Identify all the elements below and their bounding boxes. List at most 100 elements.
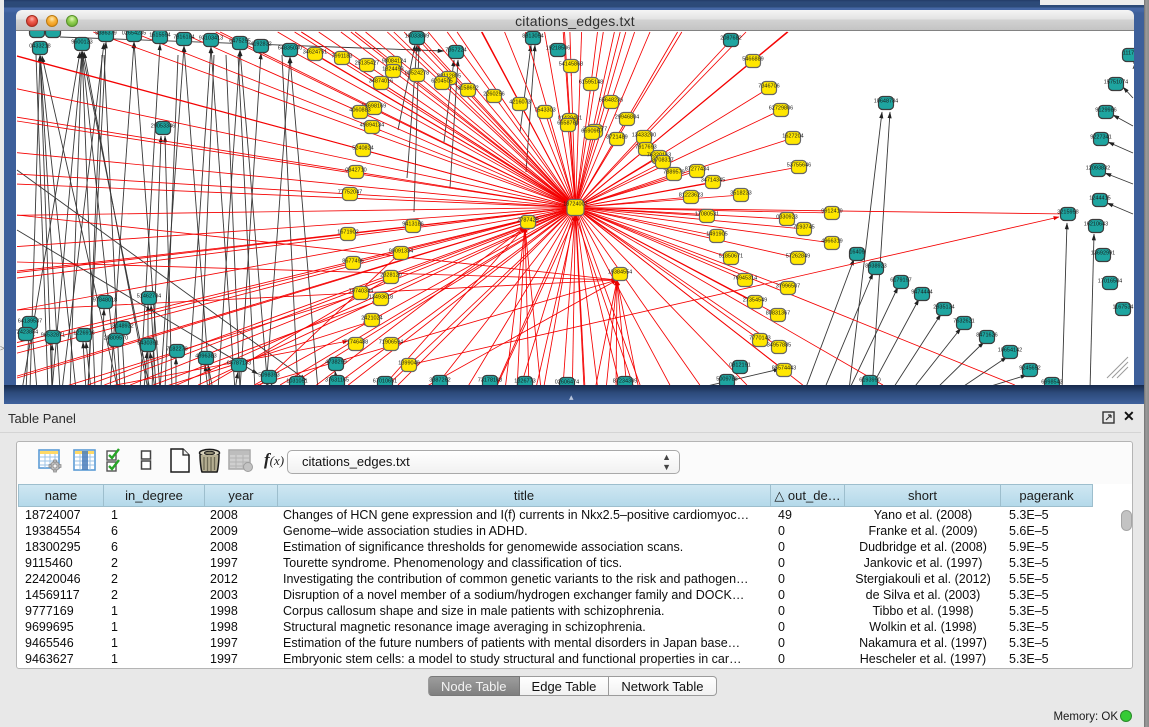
svg-text:77752047: 77752047	[338, 190, 362, 196]
svg-text:9227341: 9227341	[1090, 135, 1111, 141]
svg-text:10654142: 10654142	[998, 348, 1022, 354]
svg-text:37631165: 37631165	[325, 378, 349, 384]
svg-text:6690967: 6690967	[581, 129, 602, 135]
svg-text:2935134: 2935134	[933, 305, 954, 311]
svg-text:87234309: 87234309	[613, 379, 637, 385]
svg-text:12093832: 12093832	[1086, 166, 1110, 172]
svg-text:34874016: 34874016	[369, 79, 393, 85]
svg-text:16033809: 16033809	[405, 34, 429, 40]
svg-text:65648236: 65648236	[599, 98, 623, 104]
svg-text:6658760: 6658760	[557, 121, 578, 127]
svg-text:9245652: 9245652	[1019, 366, 1040, 372]
svg-text:27354549: 27354549	[743, 298, 767, 304]
svg-text:11173: 11173	[1123, 51, 1134, 57]
svg-text:7543303: 7543303	[534, 108, 555, 114]
svg-text:0842710: 0842710	[345, 168, 366, 174]
svg-text:17080531: 17080531	[695, 212, 719, 218]
svg-text:19384554: 19384554	[608, 270, 632, 276]
svg-text:15751074: 15751074	[1104, 80, 1128, 86]
svg-text:13692991: 13692991	[1091, 251, 1115, 257]
svg-text:99091334: 99091334	[389, 249, 413, 255]
svg-text:1399049: 1399049	[398, 361, 419, 367]
svg-text:4896383: 4896383	[195, 354, 216, 360]
svg-text:8386379: 8386379	[95, 31, 116, 37]
svg-text:65787133: 65787133	[227, 361, 251, 367]
svg-text:1615594: 1615594	[149, 33, 170, 39]
svg-text:8813054: 8813054	[522, 34, 543, 40]
svg-text:16210643: 16210643	[1084, 222, 1108, 228]
svg-text:1671902: 1671902	[337, 230, 358, 236]
svg-text:2260256: 2260256	[483, 92, 504, 98]
svg-text:6179197: 6179197	[890, 278, 911, 284]
svg-text:34957885: 34957885	[767, 343, 791, 349]
svg-text:61595148: 61595148	[579, 80, 603, 86]
svg-text:34624751: 34624751	[303, 50, 327, 56]
svg-text:87277434: 87277434	[685, 167, 709, 173]
svg-text:7816184: 7816184	[173, 35, 194, 41]
svg-text:34714345: 34714345	[701, 178, 725, 184]
svg-text:18724007: 18724007	[563, 202, 587, 208]
svg-text:3215958: 3215958	[1057, 210, 1078, 216]
svg-text:3518233: 3518233	[730, 191, 751, 197]
svg-text:51462704: 51462704	[137, 294, 161, 300]
svg-text:71746488: 71746488	[344, 340, 368, 346]
svg-text:7632621: 7632621	[953, 319, 974, 325]
svg-text:9912419: 9912419	[821, 209, 842, 215]
svg-text:8938923: 8938923	[865, 264, 886, 270]
svg-text:8148932: 8148932	[112, 324, 133, 330]
svg-text:54145868: 54145868	[559, 62, 583, 68]
svg-text:62729806: 62729806	[769, 106, 793, 112]
svg-text:9474444: 9474444	[911, 290, 932, 296]
svg-text:97848018: 97848018	[93, 298, 117, 304]
svg-text:9600133: 9600133	[71, 40, 92, 46]
svg-text:02606474: 02606474	[555, 380, 579, 386]
svg-text:6998543: 6998543	[1041, 380, 1062, 386]
svg-text:1824493: 1824493	[382, 67, 403, 73]
svg-text:67010651: 67010651	[373, 379, 397, 385]
svg-text:73178108: 73178108	[478, 378, 502, 384]
svg-text:8708317: 8708317	[652, 158, 673, 164]
svg-text:81223623: 81223623	[679, 193, 703, 199]
svg-text:7917693: 7917693	[635, 145, 656, 151]
svg-text:7770143: 7770143	[749, 336, 770, 342]
svg-text:72423884: 72423884	[16, 330, 38, 336]
svg-text:8721489: 8721489	[606, 135, 627, 141]
svg-text:6475255: 6475255	[229, 39, 250, 45]
svg-text:1226916: 1226916	[73, 331, 94, 337]
svg-text:2328120: 2328120	[380, 273, 401, 279]
svg-text:1031051: 1031051	[286, 379, 307, 385]
svg-text:02654235: 02654235	[122, 31, 146, 37]
svg-text:1326773: 1326773	[514, 379, 535, 385]
svg-text:6193990: 6193990	[859, 378, 880, 384]
svg-text:1244415: 1244415	[1089, 196, 1110, 202]
svg-text:98084124: 98084124	[382, 59, 406, 65]
svg-text:7346706: 7346706	[758, 84, 779, 90]
svg-text:96532871: 96532871	[41, 333, 65, 339]
svg-text:7357224: 7357224	[445, 48, 466, 54]
svg-text:49894134: 49894134	[360, 123, 384, 129]
svg-text:5430391: 5430391	[137, 341, 158, 347]
svg-text:8677496: 8677496	[342, 259, 363, 265]
svg-text:71906594: 71906594	[379, 340, 403, 346]
svg-text:4192832: 4192832	[250, 42, 271, 48]
svg-text:2787429: 2787429	[517, 218, 538, 224]
svg-text:0330923: 0330923	[776, 215, 797, 221]
svg-text:7991183: 7991183	[331, 54, 352, 60]
svg-text:1491905: 1491905	[706, 232, 727, 238]
svg-text:53755646: 53755646	[787, 163, 811, 169]
svg-text:8471626: 8471626	[976, 333, 997, 339]
svg-text:37996507: 37996507	[776, 284, 800, 290]
svg-text:5240824: 5240824	[352, 146, 373, 152]
svg-text:0812191: 0812191	[729, 363, 750, 369]
svg-text:4966319: 4966319	[821, 239, 842, 245]
svg-text:85574443: 85574443	[772, 366, 796, 372]
svg-text:5098393: 5098393	[258, 373, 279, 379]
svg-text:4738299: 4738299	[325, 360, 346, 366]
svg-text:51850671: 51850671	[719, 254, 743, 260]
svg-text:7193745: 7193745	[793, 225, 814, 231]
svg-text:5009788: 5009788	[716, 377, 737, 383]
svg-text:4216073: 4216073	[509, 100, 530, 106]
svg-text:5466889: 5466889	[742, 57, 763, 63]
svg-text:1167534: 1167534	[1112, 305, 1133, 311]
svg-text:10648784: 10648784	[874, 99, 898, 105]
